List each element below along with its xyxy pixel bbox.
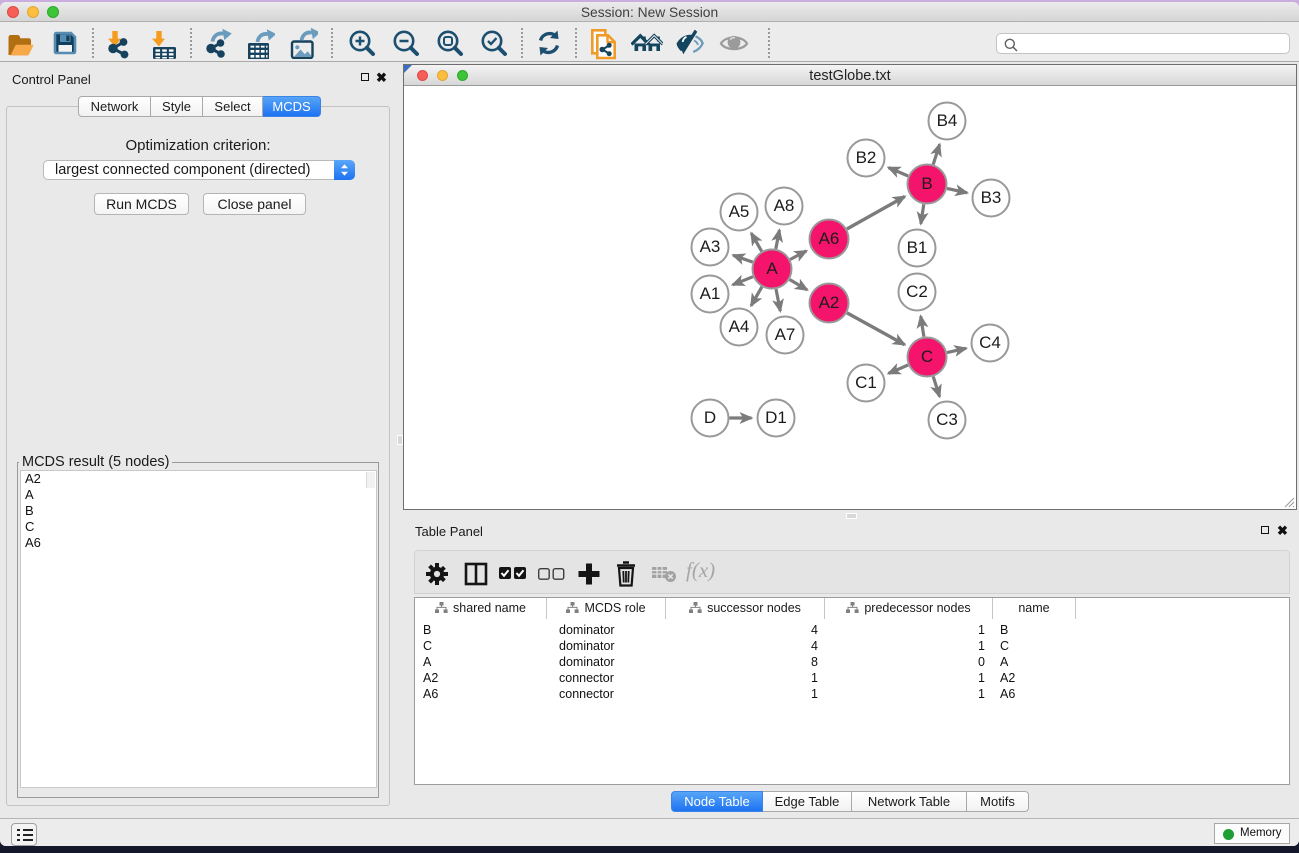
svg-text:C: C (921, 347, 933, 366)
svg-text:A8: A8 (774, 196, 795, 215)
svg-text:B: B (921, 174, 932, 193)
svg-text:C3: C3 (936, 410, 958, 429)
svg-text:A6: A6 (819, 229, 840, 248)
svg-text:A3: A3 (700, 237, 721, 256)
svg-text:A: A (766, 259, 778, 278)
svg-text:A1: A1 (700, 284, 721, 303)
svg-text:B3: B3 (981, 188, 1002, 207)
svg-text:D: D (704, 408, 716, 427)
svg-text:C4: C4 (979, 333, 1001, 352)
svg-text:A7: A7 (775, 325, 796, 344)
svg-text:C2: C2 (906, 282, 928, 301)
svg-text:D1: D1 (765, 408, 787, 427)
svg-text:A2: A2 (819, 293, 840, 312)
svg-text:B4: B4 (937, 111, 958, 130)
svg-text:B2: B2 (856, 148, 877, 167)
svg-text:C1: C1 (855, 373, 877, 392)
svg-text:B1: B1 (907, 238, 928, 257)
svg-text:A4: A4 (729, 317, 750, 336)
svg-text:A5: A5 (729, 202, 750, 221)
